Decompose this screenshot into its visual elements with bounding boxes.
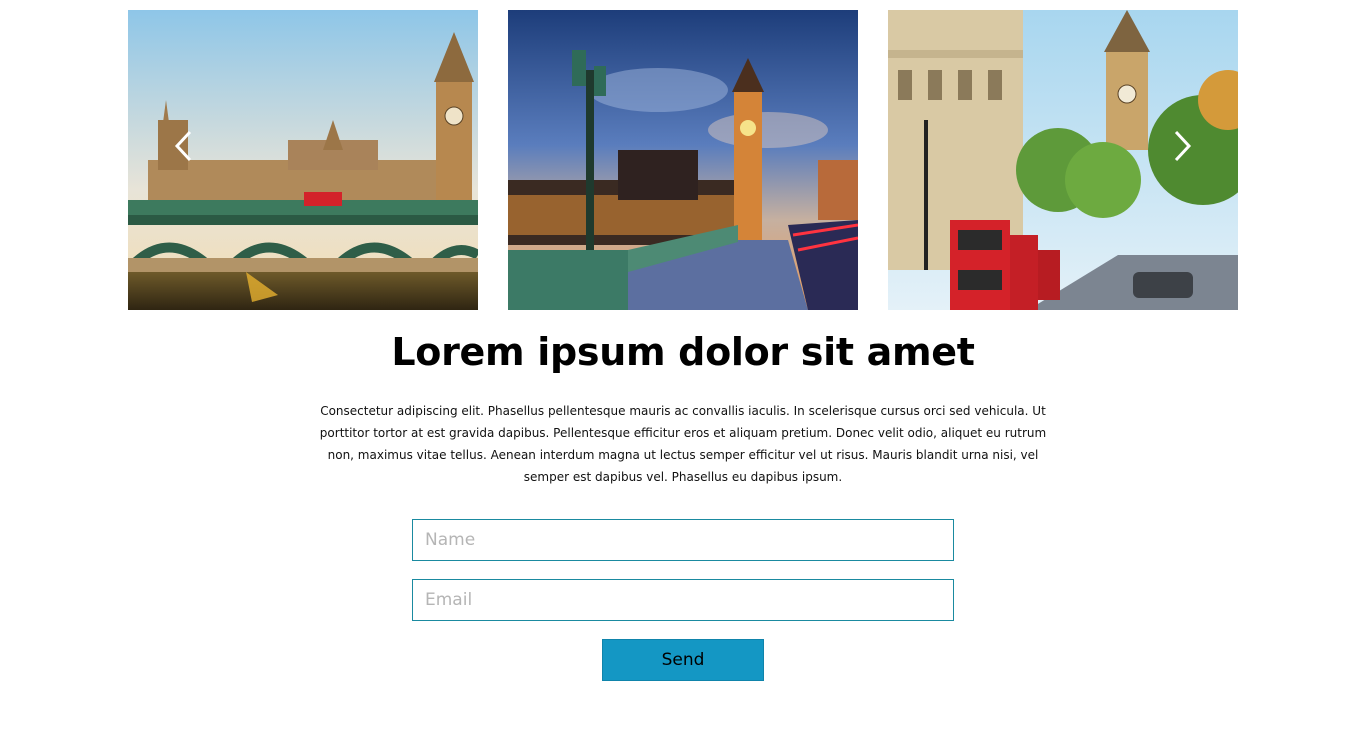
carousel-slide-big-ben-dusk: [508, 10, 858, 310]
page-description: Consectetur adipiscing elit. Phasellus p…: [319, 404, 1047, 484]
carousel-next-button[interactable]: [1170, 128, 1194, 164]
big-ben-dusk-image: [508, 10, 858, 310]
page-title: Lorem ipsum dolor sit amet: [391, 330, 975, 374]
email-input[interactable]: [412, 579, 954, 621]
carousel-prev-button[interactable]: [172, 128, 196, 164]
name-input[interactable]: [412, 519, 954, 561]
send-button[interactable]: Send: [602, 639, 764, 681]
image-carousel: [128, 10, 1238, 310]
chevron-right-icon: [1174, 130, 1192, 162]
chevron-left-icon: [174, 130, 192, 162]
